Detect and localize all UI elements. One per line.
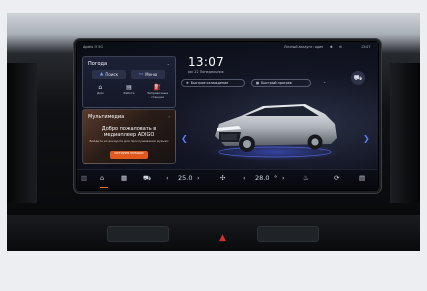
media-headline: Добро пожаловать в медиаплеер ADIGO [101, 126, 157, 138]
temp-left-increase[interactable]: › [197, 174, 200, 182]
bluetooth-icon: ✱ [330, 45, 333, 49]
status-time: 13:07 [361, 45, 371, 49]
infotainment-ui: Apollo ☷ 5G Личный аккаунт: один ✱ ⚙ 13:… [77, 42, 378, 190]
bottom-dock: ▥ ⌂ ▦ ⛟ ‹ 25.0 › ✣ ‹ 28.0 ° › ♨ ⟳ ▤ [77, 169, 378, 190]
status-carrier: Apollo ☷ 5G [83, 45, 103, 49]
shortcut-fuel-label: Заправочные станции [147, 91, 169, 99]
shortcut-home-label: Дом [97, 91, 104, 95]
quick-cool-button[interactable]: ❄ Быстрое охлаждение [181, 79, 245, 87]
shortcut-row: ⌂ Дом ▤ Работа ⛽ Заправочные станции [86, 84, 172, 99]
right-air-vent [390, 63, 420, 203]
home-icon[interactable]: ⌂ [100, 174, 104, 182]
apps-grid-icon[interactable]: ▦ [121, 174, 127, 182]
temp-right-increase[interactable]: › [282, 174, 285, 182]
quick-heat-button[interactable]: ▦ Быстрый прогрев [251, 79, 311, 87]
person-icon: ▲ [99, 72, 104, 77]
search-button[interactable]: ▲ Поиск [92, 70, 126, 79]
seat-heating-icon[interactable]: ♨ [303, 174, 309, 182]
hazard-button-icon: ▲ [219, 233, 226, 243]
menu-button-label: Меню [145, 72, 158, 77]
chevron-right-icon[interactable]: › [168, 114, 170, 119]
tv-icon: ▭ [138, 72, 144, 77]
temp-unit: ° [274, 174, 278, 182]
car-dashboard-photo: ▲ Apollo ☷ 5G Личный аккаунт: один ✱ ⚙ 1… [7, 13, 420, 251]
air-circulation-icon[interactable]: ⟳ [334, 174, 339, 182]
carousel-left-arrow[interactable]: ❮ [181, 134, 188, 143]
media-title: Мультимедиа [88, 114, 125, 120]
fan-icon[interactable]: ✣ [220, 174, 225, 182]
left-air-vent [7, 63, 37, 203]
home-active-indicator [100, 187, 108, 188]
quick-cool-label: Быстрое охлаждение [190, 81, 229, 85]
shortcut-work[interactable]: ▤ Работа [115, 84, 143, 99]
music-history-button[interactable]: ИСТОРИЯ МУЗЫКИ [110, 151, 148, 159]
search-button-label: Поиск [105, 72, 119, 77]
weather-title: Погода [88, 61, 108, 67]
shortcut-home[interactable]: ⌂ Дом [86, 84, 114, 99]
chevron-down-icon[interactable]: ⌄ [323, 79, 326, 84]
clock-date: Jan 22 Понедельник [188, 70, 224, 74]
status-account: Личный аккаунт: один [284, 45, 324, 49]
carousel-right-arrow[interactable]: ❯ [363, 134, 370, 143]
console-base [7, 215, 420, 251]
console-control-right [257, 226, 319, 242]
media-subtext: Войдите из аккаунта для прослушивания му… [89, 139, 169, 143]
defrost-icon: ▦ [256, 81, 260, 85]
chevron-down-icon[interactable]: ⌄ [167, 61, 170, 66]
menu-button[interactable]: ▭ Меню [131, 70, 165, 79]
snowflake-icon: ❄ [186, 81, 189, 85]
console-control-left [107, 226, 169, 242]
temp-right-decrease[interactable]: ‹ [243, 174, 246, 182]
settings-icon: ⚙ [339, 45, 342, 49]
rear-defrost-icon[interactable]: ▤ [359, 174, 365, 182]
split-view-icon[interactable]: ▥ [81, 174, 87, 182]
shortcut-fuel[interactable]: ⛽ Заправочные станции [144, 84, 172, 99]
car-3d-model[interactable] [205, 94, 345, 164]
shortcut-work-label: Работа [123, 91, 135, 95]
clock-time: 13:07 [188, 55, 225, 69]
weather-widget[interactable]: Погода ⌄ ▲ Поиск ▭ Меню ⌂ Дом ▤ Работа ⛽… [82, 56, 176, 108]
car-profile-icon[interactable]: ⛟ [351, 71, 365, 85]
temp-left-value: 25.0 [178, 174, 193, 182]
temp-left-decrease[interactable]: ‹ [166, 174, 169, 182]
temp-right-value: 28.0 [255, 174, 270, 182]
media-widget[interactable]: Мультимедиа › Добро пожаловать в медиапл… [82, 109, 176, 164]
quick-heat-label: Быстрый прогрев [261, 81, 292, 85]
infotainment-screen: Apollo ☷ 5G Личный аккаунт: один ✱ ⚙ 13:… [76, 41, 379, 191]
car-icon[interactable]: ⛟ [143, 174, 151, 183]
